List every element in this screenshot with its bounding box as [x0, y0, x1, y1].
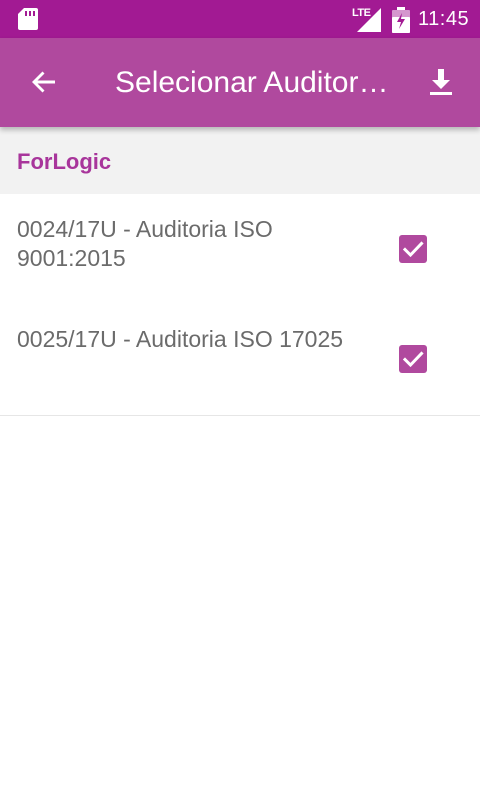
check-icon — [402, 351, 424, 368]
sd-card-icon — [18, 8, 38, 30]
check-icon — [402, 241, 424, 258]
signal-icon — [357, 8, 381, 32]
checkbox-checked[interactable] — [399, 345, 427, 373]
group-header: ForLogic — [0, 127, 480, 194]
list-item[interactable]: 0025/17U - Auditoria ISO 17025 — [0, 305, 480, 416]
group-header-label: ForLogic — [17, 149, 112, 174]
list-item[interactable]: 0024/17U - Auditoria ISO 9001:2015 — [0, 195, 480, 306]
download-icon[interactable] — [425, 66, 457, 98]
list-item-label: 0025/17U - Auditoria ISO 17025 — [17, 326, 344, 352]
app-bar: Selecionar Auditorias — [0, 38, 480, 127]
checkbox-checked[interactable] — [399, 235, 427, 263]
arrow-back-icon[interactable] — [28, 66, 60, 98]
status-bar: LTE 11:45 — [0, 0, 480, 38]
battery-charging-icon — [392, 7, 410, 33]
list-item-label: 0024/17U - Auditoria ISO 9001:2015 — [17, 216, 273, 271]
status-time: 11:45 — [418, 8, 470, 30]
page-title: Selecionar Auditorias — [115, 66, 395, 99]
